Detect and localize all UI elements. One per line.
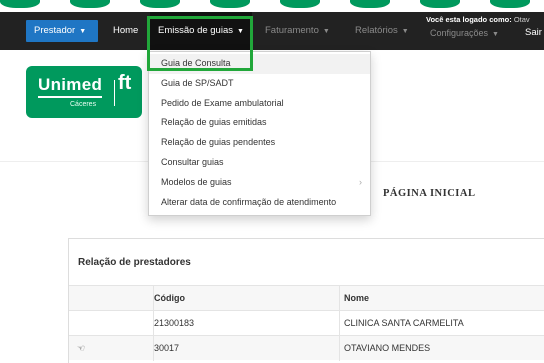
nav-faturamento-label: Faturamento — [265, 25, 319, 36]
logged-user-name: Otav — [513, 15, 530, 24]
decorative-shape — [420, 0, 460, 8]
top-decoration-band — [0, 0, 544, 12]
caret-down-icon: ▼ — [79, 28, 87, 35]
logo-city: Cáceres — [70, 101, 97, 108]
row-icon-cell — [77, 311, 137, 336]
caret-down-icon: ▼ — [401, 28, 409, 35]
row-icon-cell[interactable]: ☜ — [77, 336, 137, 361]
nav-relatorios-label: Relatórios — [355, 25, 398, 36]
decorative-shape — [210, 0, 250, 8]
menu-item-alterar-data[interactable]: Alterar data de confirmação de atendimen… — [149, 193, 370, 213]
menu-item-label: Pedido de Exame ambulatorial — [161, 97, 284, 108]
menu-item-guia-consulta[interactable]: Guia de Consulta — [149, 54, 370, 74]
cell-nome-value: CLINICA SANTA CARMELITA — [344, 318, 464, 328]
unimed-logo: Unimed ft Cáceres — [26, 66, 142, 118]
caret-down-icon: ▼ — [236, 28, 244, 35]
menu-item-label: Guia de SP/SADT — [161, 77, 234, 88]
logo-word: Unimed — [38, 75, 103, 98]
nav-prestador-menu[interactable]: Prestador ▼ — [26, 20, 98, 42]
menu-item-label: Modelos de guias — [161, 176, 232, 187]
decorative-shape — [490, 0, 530, 8]
decorative-shape — [140, 0, 180, 8]
nav-home-link[interactable]: Home — [113, 12, 138, 50]
cell-nome: OTAVIANO MENDES — [339, 336, 544, 361]
decorative-shape — [350, 0, 390, 8]
panel-title: Relação de prestadores — [78, 257, 191, 268]
nav-sair-label: Sair — [525, 27, 542, 38]
nav-configuracoes-menu[interactable]: Configurações ▼ — [430, 26, 499, 40]
caret-down-icon: ▼ — [322, 28, 330, 35]
menu-item-guia-sp-sadt[interactable]: Guia de SP/SADT — [149, 74, 370, 94]
nav-faturamento-menu[interactable]: Faturamento ▼ — [265, 12, 330, 50]
nav-emissao-guias-menu[interactable]: Emissão de guias ▼ — [150, 12, 252, 50]
menu-item-label: Relação de guias emitidas — [161, 117, 267, 128]
menu-item-label: Consultar guias — [161, 156, 224, 167]
cell-nome: CLINICA SANTA CARMELITA — [339, 311, 544, 336]
decorative-shape — [280, 0, 320, 8]
logged-prefix: Você esta logado como: — [426, 15, 512, 24]
nav-emissao-label: Emissão de guias — [158, 25, 233, 36]
prestadores-panel: Relação de prestadores Código Nome 21300… — [68, 238, 544, 363]
logged-user-info: Você esta logado como: Otav — [426, 15, 530, 24]
cell-codigo-value: 30017 — [154, 343, 180, 353]
menu-item-pedido-exame[interactable]: Pedido de Exame ambulatorial — [149, 94, 370, 114]
page-title: PÁGINA INICIAL — [383, 188, 476, 199]
header-icon-cell — [77, 286, 137, 311]
nav-home-label: Home — [113, 25, 139, 36]
pointing-hand-icon[interactable]: ☜ — [77, 343, 85, 353]
logo-separator — [114, 80, 115, 106]
menu-item-modelos-guias[interactable]: Modelos de guias › — [149, 173, 370, 193]
unimed-symbol-icon: ft — [118, 72, 132, 94]
cell-codigo: 21300183 — [153, 311, 339, 336]
decorative-shape — [70, 0, 110, 8]
menu-item-label: Guia de Consulta — [161, 58, 231, 68]
table-row[interactable]: 21300183 CLINICA SANTA CARMELITA — [69, 310, 544, 336]
nav-relatorios-menu[interactable]: Relatórios ▼ — [355, 12, 409, 50]
table-header-row: Código Nome — [69, 285, 544, 311]
header-nome: Nome — [339, 286, 544, 311]
cell-codigo: 30017 — [153, 336, 339, 361]
caret-down-icon: ▼ — [492, 31, 499, 38]
nav-configuracoes-label: Configurações — [430, 28, 489, 38]
chevron-right-icon: › — [359, 176, 362, 187]
header-codigo-label: Código — [154, 293, 185, 303]
decorative-shape — [0, 0, 40, 8]
menu-item-guias-emitidas[interactable]: Relação de guias emitidas — [149, 113, 370, 133]
nav-prestador-label: Prestador — [34, 25, 76, 36]
menu-item-consultar-guias[interactable]: Consultar guias — [149, 153, 370, 173]
table-row[interactable]: ☜ 30017 OTAVIANO MENDES — [69, 335, 544, 361]
emissao-guias-dropdown: Guia de Consulta Guia de SP/SADT Pedido … — [148, 51, 371, 216]
nav-sair-link[interactable]: Sair — [525, 26, 542, 40]
header-nome-label: Nome — [344, 293, 370, 303]
cell-codigo-value: 21300183 — [154, 318, 195, 328]
menu-item-label: Relação de guias pendentes — [161, 137, 276, 148]
cell-nome-value: OTAVIANO MENDES — [344, 343, 431, 353]
top-navbar: Prestador ▼ Home Emissão de guias ▼ Fatura… — [0, 12, 544, 50]
menu-item-guias-pendentes[interactable]: Relação de guias pendentes — [149, 133, 370, 153]
header-codigo: Código — [153, 286, 339, 311]
menu-item-label: Alterar data de confirmação de atendimen… — [161, 196, 337, 207]
